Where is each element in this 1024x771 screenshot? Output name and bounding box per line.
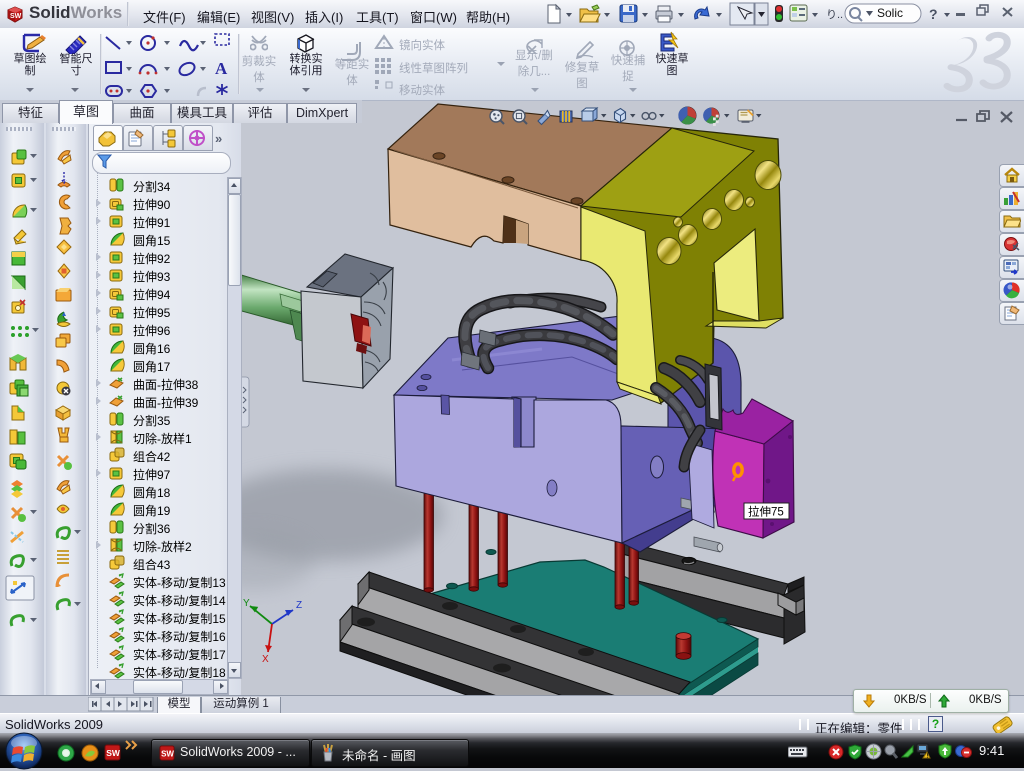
svg-text:X: X bbox=[262, 654, 269, 665]
svg-text:Y: Y bbox=[243, 598, 250, 609]
svg-text:り..: り.. bbox=[826, 8, 843, 21]
svg-text:?: ? bbox=[929, 6, 938, 22]
svg-text:SW: SW bbox=[161, 749, 174, 758]
svg-text:!: ! bbox=[927, 754, 929, 760]
svg-text:A: A bbox=[215, 59, 228, 78]
svg-text:Solic: Solic bbox=[877, 6, 903, 20]
svg-text:SW: SW bbox=[10, 13, 22, 20]
svg-text:Z: Z bbox=[296, 600, 302, 611]
svg-text:SW: SW bbox=[106, 748, 121, 758]
svg-text:拉伸75: 拉伸75 bbox=[748, 505, 784, 519]
